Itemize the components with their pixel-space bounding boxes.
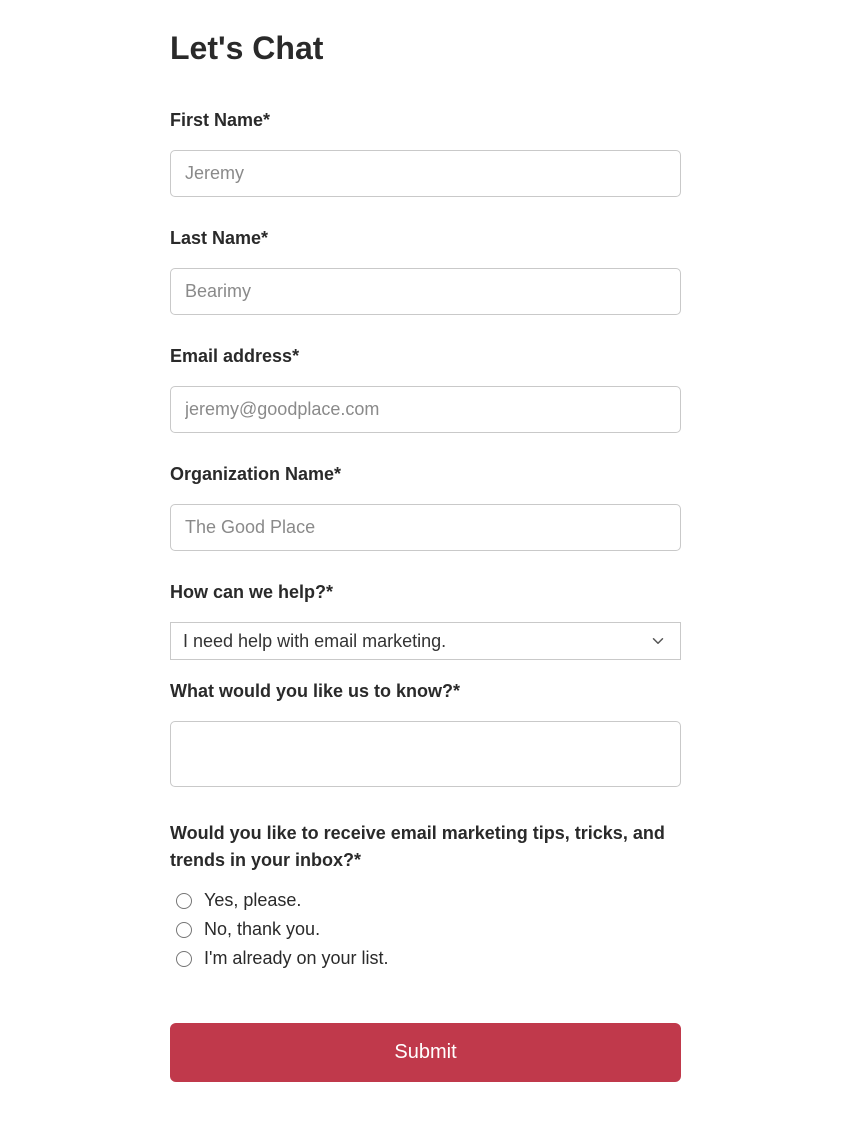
submit-button[interactable]: Submit (170, 1023, 681, 1082)
help-select-wrap: I need help with email marketing. (170, 622, 681, 660)
field-message: What would you like us to know?* (170, 678, 681, 792)
subscribe-option-label: I'm already on your list. (204, 948, 389, 969)
subscribe-option-yes[interactable]: Yes, please. (170, 890, 681, 911)
email-input[interactable] (170, 386, 681, 433)
message-label: What would you like us to know?* (170, 678, 681, 705)
first-name-label: First Name* (170, 107, 681, 134)
page-title: Let's Chat (170, 30, 681, 67)
message-textarea[interactable] (170, 721, 681, 787)
organization-input[interactable] (170, 504, 681, 551)
subscribe-option-label: Yes, please. (204, 890, 301, 911)
last-name-label: Last Name* (170, 225, 681, 252)
field-last-name: Last Name* (170, 225, 681, 315)
field-email: Email address* (170, 343, 681, 433)
first-name-input[interactable] (170, 150, 681, 197)
subscribe-radio-no[interactable] (176, 922, 192, 938)
email-label: Email address* (170, 343, 681, 370)
subscribe-option-label: No, thank you. (204, 919, 320, 940)
help-label: How can we help?* (170, 579, 681, 606)
field-subscribe: Would you like to receive email marketin… (170, 820, 681, 969)
subscribe-label: Would you like to receive email marketin… (170, 820, 681, 874)
field-first-name: First Name* (170, 107, 681, 197)
last-name-input[interactable] (170, 268, 681, 315)
field-organization: Organization Name* (170, 461, 681, 551)
subscribe-radio-yes[interactable] (176, 893, 192, 909)
organization-label: Organization Name* (170, 461, 681, 488)
subscribe-radio-already[interactable] (176, 951, 192, 967)
help-select[interactable]: I need help with email marketing. (170, 622, 681, 660)
subscribe-radio-list: Yes, please. No, thank you. I'm already … (170, 890, 681, 969)
field-help: How can we help?* I need help with email… (170, 579, 681, 660)
subscribe-option-no[interactable]: No, thank you. (170, 919, 681, 940)
subscribe-option-already[interactable]: I'm already on your list. (170, 948, 681, 969)
contact-form: Let's Chat First Name* Last Name* Email … (170, 30, 681, 1082)
